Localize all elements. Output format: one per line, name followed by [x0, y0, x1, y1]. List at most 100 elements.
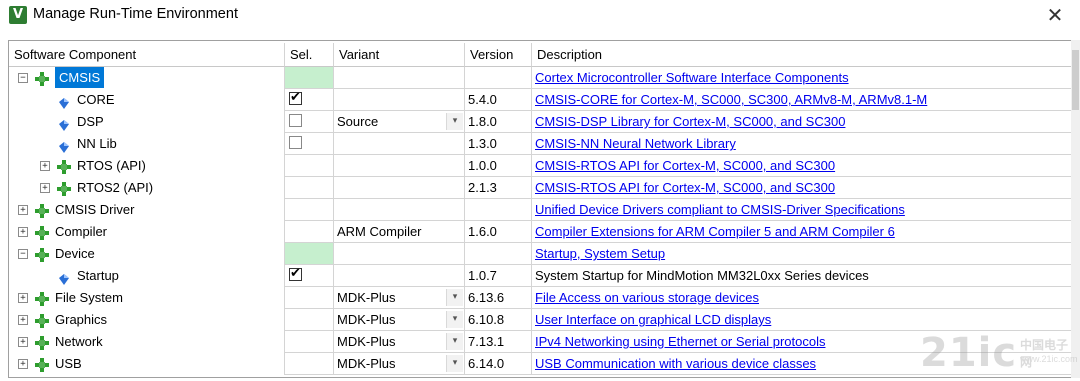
chevron-down-icon[interactable]: ▾ [446, 113, 463, 130]
variant-cell[interactable]: MDK-Plus ▾ [334, 353, 465, 375]
table-row[interactable]: DSP Source ▾ 1.8.0 CMSIS-DSP Library for Cor… [9, 111, 1071, 133]
expand-icon[interactable]: + [18, 337, 28, 347]
component-label[interactable]: CMSIS [55, 67, 105, 88]
description-link[interactable]: User Interface on graphical LCD displays [535, 312, 771, 327]
select-checkbox[interactable] [289, 114, 302, 127]
table-row[interactable]: + CMSIS Driver Unified Device Drivers comp… [9, 199, 1071, 221]
component-label[interactable]: File System [55, 287, 123, 308]
component-label[interactable]: RTOS2 (API) [77, 177, 153, 198]
component-cell: − CMSIS [9, 67, 285, 89]
component-cell: + File System [9, 287, 285, 309]
variant-cell[interactable]: MDK-Plus ▾ [334, 287, 465, 309]
expand-icon[interactable]: + [18, 315, 28, 325]
table-row[interactable]: Startup ✔ 1.0.7 System Startup for MindMoti… [9, 265, 1071, 287]
expand-icon[interactable]: + [18, 227, 28, 237]
component-label[interactable]: CORE [77, 89, 115, 110]
header-software-component[interactable]: Software Component [9, 43, 285, 67]
description-link[interactable]: File Access on various storage devices [535, 290, 759, 305]
select-checkbox[interactable]: ✔ [289, 90, 302, 105]
header-sel[interactable]: Sel. [285, 43, 334, 67]
description-link[interactable]: CMSIS-DSP Library for Cortex-M, SC000, a… [535, 114, 845, 129]
expand-icon[interactable]: + [18, 205, 28, 215]
description-cell: Unified Device Drivers compliant to CMSI… [532, 199, 1071, 221]
expand-icon[interactable]: + [40, 183, 50, 193]
check-icon: ✔ [290, 266, 301, 281]
title-bar: V Manage Run-Time Environment ✕ [0, 0, 1080, 31]
app-icon: V [9, 6, 27, 24]
header-version[interactable]: Version [465, 43, 532, 67]
description-link[interactable]: CMSIS-RTOS API for Cortex-M, SC000, and … [535, 180, 835, 195]
description-link[interactable]: USB Communication with various device cl… [535, 356, 816, 371]
chevron-down-icon[interactable]: ▾ [446, 333, 463, 350]
variant-cell [334, 89, 465, 111]
component-diamond-icon [35, 313, 49, 328]
table-row[interactable]: + RTOS (API) 1.0.0 CMSIS-RTOS API for Corte… [9, 155, 1071, 177]
description-link[interactable]: CMSIS-NN Neural Network Library [535, 136, 736, 151]
scrollbar-thumb[interactable] [1072, 50, 1079, 110]
component-cell: CORE [9, 89, 285, 111]
component-label[interactable]: Device [55, 243, 95, 264]
header-variant[interactable]: Variant [334, 43, 465, 67]
variant-cell[interactable]: MDK-Plus ▾ [334, 309, 465, 331]
component-gem-icon [59, 270, 69, 285]
collapse-icon[interactable]: − [18, 249, 28, 259]
description-cell: System Startup for MindMotion MM32L0xx S… [532, 265, 1071, 287]
description-link[interactable]: IPv4 Networking using Ethernet or Serial… [535, 334, 825, 349]
expand-icon[interactable]: + [18, 359, 28, 369]
variant-cell [334, 133, 465, 155]
component-diamond-icon [57, 181, 71, 196]
variant-cell[interactable]: Source ▾ [334, 111, 465, 133]
component-label[interactable]: Startup [77, 265, 119, 286]
chevron-down-icon[interactable]: ▾ [446, 355, 463, 372]
description-link[interactable]: Compiler Extensions for ARM Compiler 5 a… [535, 224, 895, 239]
collapse-icon[interactable]: − [18, 73, 28, 83]
component-label[interactable]: DSP [77, 111, 104, 132]
vertical-scrollbar[interactable] [1071, 40, 1080, 378]
chevron-down-icon[interactable]: ▾ [446, 311, 463, 328]
select-checkbox[interactable]: ✔ [289, 266, 302, 281]
table-row[interactable]: CORE ✔ 5.4.0 CMSIS-CORE for Cortex-M, SC000… [9, 89, 1071, 111]
variant-cell[interactable]: MDK-Plus ▾ [334, 331, 465, 353]
table-row[interactable]: + Network MDK-Plus ▾ 7.13.1 IPv4 Networking u… [9, 331, 1071, 353]
component-cell: + Network [9, 331, 285, 353]
component-diamond-icon [35, 335, 49, 350]
description-link[interactable]: CMSIS-RTOS API for Cortex-M, SC000, and … [535, 158, 835, 173]
component-label[interactable]: Network [55, 331, 103, 352]
table-row[interactable]: − CMSIS Cortex Microcontroller Software In… [9, 67, 1071, 89]
component-label[interactable]: USB [55, 353, 82, 374]
description-link[interactable]: CMSIS-CORE for Cortex-M, SC000, SC300, A… [535, 92, 927, 107]
select-checkbox[interactable] [289, 136, 302, 149]
sel-cell [285, 199, 334, 221]
component-diamond-icon [35, 71, 49, 86]
expand-icon[interactable]: + [40, 161, 50, 171]
version-cell: 5.4.0 [465, 89, 532, 111]
table-row[interactable]: NN Lib 1.3.0 CMSIS-NN Neural Network Libra… [9, 133, 1071, 155]
expand-icon[interactable]: + [18, 293, 28, 303]
component-label[interactable]: RTOS (API) [77, 155, 146, 176]
description-link[interactable]: Unified Device Drivers compliant to CMSI… [535, 202, 905, 217]
chevron-down-icon[interactable]: ▾ [446, 289, 463, 306]
description-link[interactable]: Startup, System Setup [535, 246, 665, 261]
component-label[interactable]: Compiler [55, 221, 107, 242]
component-label[interactable]: CMSIS Driver [55, 199, 134, 220]
component-label[interactable]: Graphics [55, 309, 107, 330]
version-cell [465, 199, 532, 221]
sel-cell [285, 67, 334, 89]
component-gem-icon [59, 94, 69, 109]
table-row[interactable]: + USB MDK-Plus ▾ 6.14.0 USB Communication wit… [9, 353, 1071, 375]
table-row[interactable]: + Compiler ARM Compiler 1.6.0 Compiler Exten… [9, 221, 1071, 243]
table-row[interactable]: + Graphics MDK-Plus ▾ 6.10.8 User Interface o… [9, 309, 1071, 331]
component-label[interactable]: NN Lib [77, 133, 117, 154]
header-description[interactable]: Description [532, 43, 1071, 67]
component-cell: Startup [9, 265, 285, 287]
sel-cell [285, 133, 334, 155]
table-row[interactable]: − Device Startup, System Setup [9, 243, 1071, 265]
variant-cell [334, 265, 465, 287]
variant-cell [334, 155, 465, 177]
table-row[interactable]: + RTOS2 (API) 2.1.3 CMSIS-RTOS API for Cort… [9, 177, 1071, 199]
table-row[interactable]: + File System MDK-Plus ▾ 6.13.6 File Access o… [9, 287, 1071, 309]
version-cell: 1.0.0 [465, 155, 532, 177]
description-link[interactable]: Cortex Microcontroller Software Interfac… [535, 70, 849, 85]
close-button[interactable]: ✕ [1040, 2, 1070, 28]
variant-cell [334, 177, 465, 199]
